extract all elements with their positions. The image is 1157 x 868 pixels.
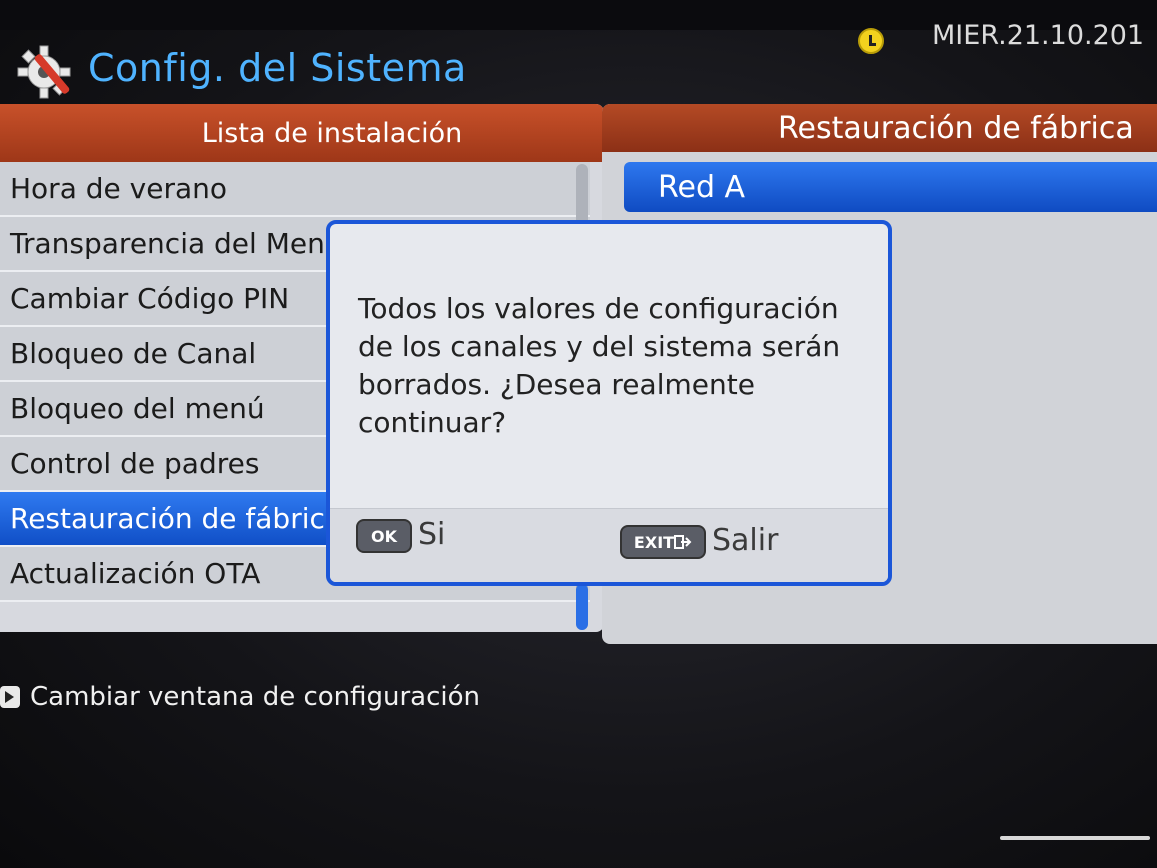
play-arrow-icon [0,686,20,708]
confirm-button[interactable]: Si [418,517,445,552]
date-display: MIER.21.10.201 [932,20,1145,51]
ok-key-icon[interactable]: OK [356,519,412,553]
exit-key-icon[interactable]: EXIT [620,525,706,559]
scrollbar-thumb[interactable] [576,584,588,630]
menu-item-daylight-saving[interactable]: Hora de verano [0,162,590,217]
network-option[interactable]: Red A [624,162,1157,212]
exit-key-label: EXIT [633,532,675,552]
change-window-hint[interactable]: Cambiar ventana de configuración [0,682,480,712]
dialog-message: Todos los valores de configuración de lo… [358,292,841,439]
settings-gear-icon [17,45,71,99]
exit-button[interactable]: Salir [712,523,778,558]
clock-icon [858,28,884,54]
bottom-line [1000,836,1150,840]
confirm-dialog: Todos los valores de configuración de lo… [326,220,892,586]
page-title: Config. del Sistema [88,46,467,90]
factory-reset-title: Restauración de fábrica [602,104,1157,152]
exit-arrow-icon [674,535,692,549]
dialog-actions: OK Si EXIT Salir [330,508,888,582]
hint-label: Cambiar ventana de configuración [30,682,481,712]
installation-list-title: Lista de instalación [0,104,604,162]
